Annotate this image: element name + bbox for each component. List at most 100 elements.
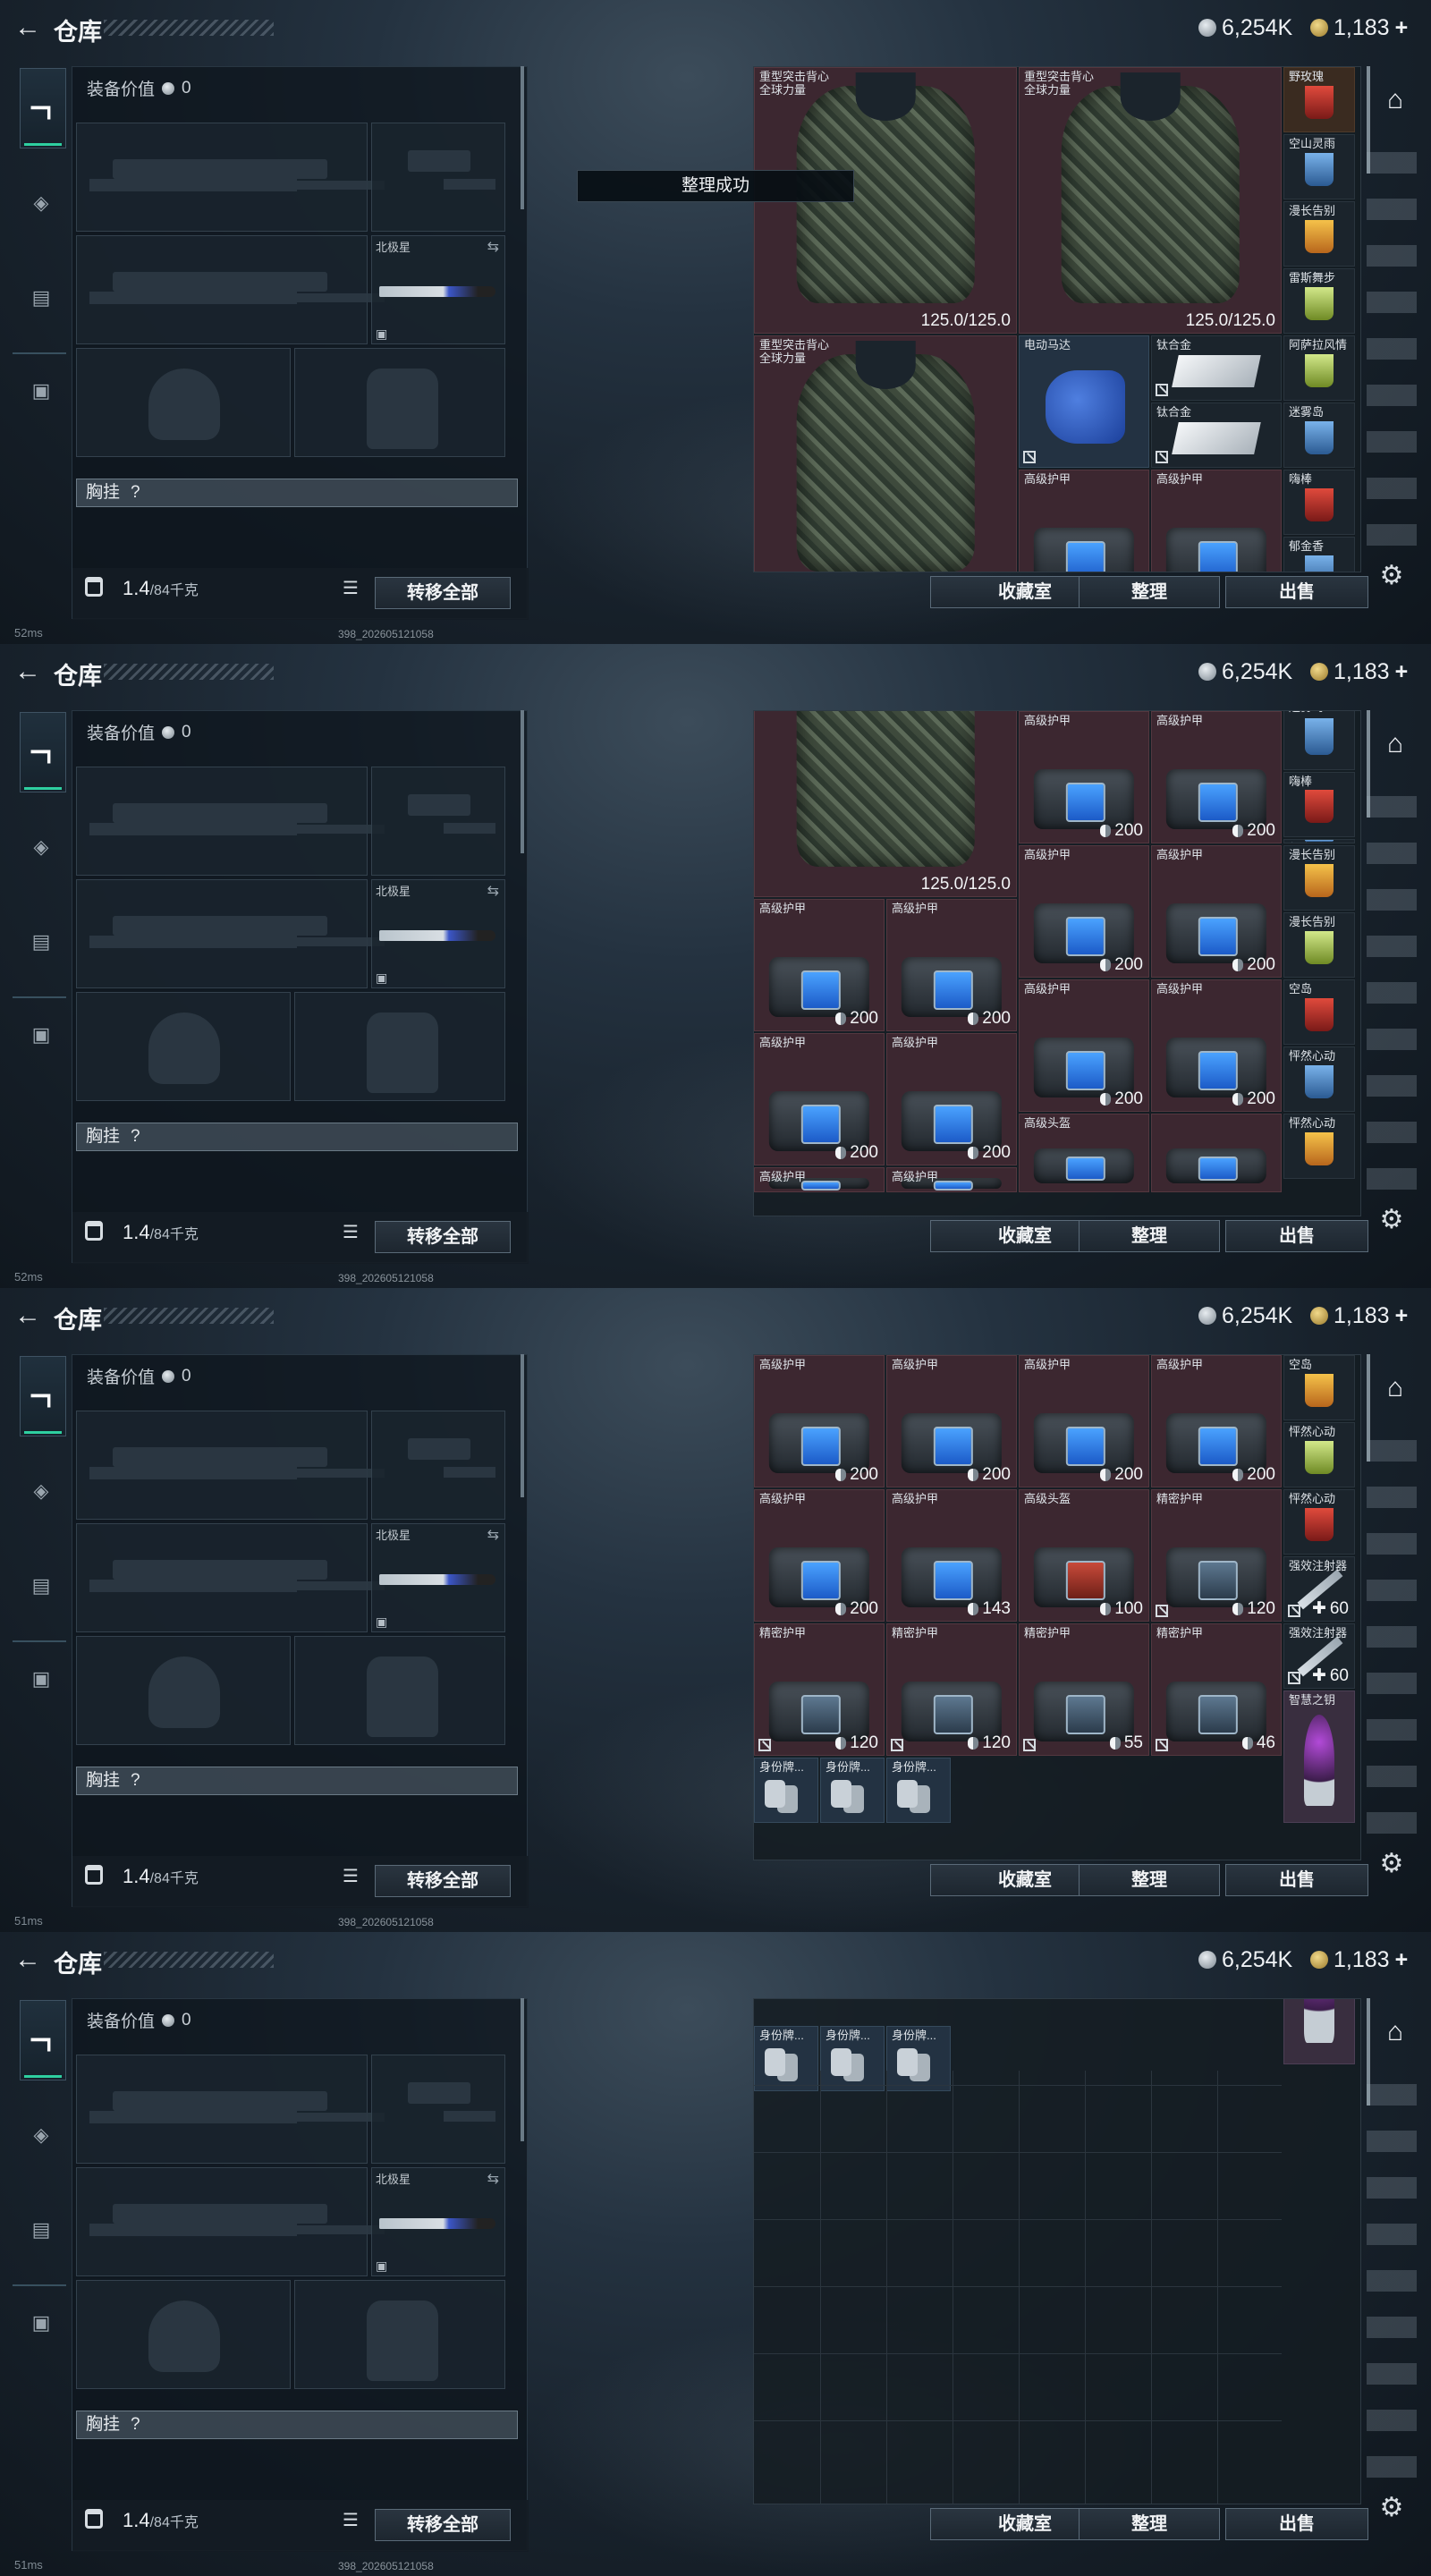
melee-slot[interactable]: 北极星 ⇆ ▣ <box>371 879 505 988</box>
category-shortcuts[interactable] <box>1367 2084 1417 2496</box>
item-syringe[interactable]: 强效注射器 ✚ 60 <box>1283 1623 1355 1689</box>
item-case[interactable]: 高级护甲 <box>886 1167 1017 1192</box>
category-shortcuts[interactable] <box>1367 1440 1417 1852</box>
settings-icon[interactable]: ⚙ <box>1377 2494 1406 2522</box>
swap-icon[interactable]: ⇆ <box>487 2170 499 2188</box>
item-drink[interactable]: 漫长告别 <box>1283 201 1355 267</box>
category-shortcuts[interactable] <box>1367 796 1417 1208</box>
item-case[interactable]: 高级护甲 <box>1019 470 1149 572</box>
item-drink[interactable]: 郁金香 <box>1283 537 1355 572</box>
item-case[interactable]: 高级护甲 200 <box>1019 1355 1149 1487</box>
tab-clipboard[interactable]: ▤ <box>20 2209 63 2250</box>
sell-button[interactable]: 出售 <box>1225 1864 1368 1896</box>
item-drink[interactable]: 空岛 <box>1283 979 1355 1045</box>
pistol-slot[interactable] <box>371 2055 505 2164</box>
warehouse-icon[interactable]: ⌂ <box>1377 82 1413 118</box>
item-case[interactable]: 高级护甲 200 <box>1019 711 1149 843</box>
item-drink[interactable]: 怦然心动 <box>1283 1422 1355 1487</box>
chest-rig-help-icon[interactable]: ? <box>131 1127 140 1146</box>
item-case[interactable]: 高级护甲 200 <box>1151 979 1282 1112</box>
list-icon[interactable]: ☰ <box>339 577 362 600</box>
back-arrow-icon[interactable]: ← <box>14 14 41 41</box>
sort-button[interactable]: 整理 <box>1079 1220 1220 1252</box>
item-vest[interactable]: 重型突击背心 全球力量 <box>754 335 1017 572</box>
item-case[interactable]: 高级护甲 143 <box>886 1489 1017 1622</box>
chest-rig-help-icon[interactable]: ? <box>131 1771 140 1790</box>
gold-currency[interactable]: 1,183 + <box>1310 658 1408 685</box>
item-case[interactable]: 高级护甲 200 <box>754 1489 885 1622</box>
tab-gun[interactable]: ━┓ <box>20 2000 66 2080</box>
item-tag[interactable]: 身份牌... <box>820 2026 885 2091</box>
transfer-all-button[interactable]: 转移全部 <box>375 2509 511 2541</box>
warehouse-icon[interactable]: ⌂ <box>1377 1370 1413 1406</box>
item-drink[interactable]: 迷雾岛 <box>1283 711 1355 770</box>
item-sheet[interactable]: 钛合金 <box>1151 402 1282 468</box>
item-drink[interactable]: 嗨棒 <box>1283 771 1355 837</box>
item-tag[interactable]: 身份牌... <box>886 2026 951 2091</box>
item-case[interactable]: 高级护甲 <box>754 1167 885 1192</box>
sort-button[interactable]: 整理 <box>1079 2508 1220 2540</box>
tab-clipboard[interactable]: ▤ <box>20 1565 63 1606</box>
item-case[interactable]: 精密护甲 46 <box>1151 1623 1282 1756</box>
item-drink[interactable]: 怦然心动 <box>1283 1489 1355 1555</box>
chest-rig-help-icon[interactable]: ? <box>131 483 140 502</box>
gold-add-icon[interactable]: + <box>1395 1303 1409 1329</box>
primary-weapon-slot[interactable] <box>76 1411 368 1520</box>
swap-icon[interactable]: ⇆ <box>487 238 499 256</box>
item-case[interactable]: 高级护甲 200 <box>1151 711 1282 843</box>
armor-slot[interactable] <box>294 1636 505 1745</box>
item-vest[interactable]: 重型突击背心 全球力量 125.0/125.0 <box>1019 67 1282 334</box>
sell-button[interactable]: 出售 <box>1225 576 1368 608</box>
tab-gun[interactable]: ━┓ <box>20 712 66 792</box>
item-drink[interactable]: 野玫瑰 <box>1283 67 1355 132</box>
gold-add-icon[interactable]: + <box>1395 659 1409 685</box>
tab-briefcase[interactable]: ▣ <box>20 2302 63 2343</box>
primary-weapon-slot[interactable] <box>76 767 368 876</box>
melee-slot[interactable]: 北极星 ⇆ ▣ <box>371 1523 505 1632</box>
transfer-all-button[interactable]: 转移全部 <box>375 577 511 609</box>
item-drink[interactable]: 阿萨拉风情 <box>1283 335 1355 401</box>
item-case[interactable]: 精密护甲 55 <box>1019 1623 1149 1756</box>
gold-add-icon[interactable]: + <box>1395 1947 1409 1973</box>
helmet-slot[interactable] <box>76 348 291 457</box>
item-tag[interactable]: 身份牌... <box>754 1758 818 1823</box>
category-shortcuts[interactable] <box>1367 152 1417 564</box>
gold-currency[interactable]: 1,183 + <box>1310 14 1408 41</box>
item-case[interactable]: 高级护甲 200 <box>886 1033 1017 1165</box>
item-drink[interactable]: 迷雾岛 <box>1283 402 1355 468</box>
pistol-slot[interactable] <box>371 123 505 232</box>
chest-rig-row[interactable]: 胸挂? <box>76 1767 518 1795</box>
item-key[interactable]: 智慧之钥 <box>1283 1690 1355 1823</box>
loadout-scrollbar[interactable] <box>521 1998 524 2141</box>
sort-button[interactable]: 整理 <box>1079 576 1220 608</box>
gold-currency[interactable]: 1,183 + <box>1310 1946 1408 1973</box>
melee-slot[interactable]: 北极星 ⇆ ▣ <box>371 2167 505 2276</box>
item-tag[interactable]: 身份牌... <box>754 2026 818 2091</box>
armor-slot[interactable] <box>294 992 505 1101</box>
item-case[interactable]: 高级护甲 200 <box>1019 979 1149 1112</box>
tab-briefcase[interactable]: ▣ <box>20 370 63 411</box>
warehouse-icon[interactable]: ⌂ <box>1377 726 1413 762</box>
loadout-scrollbar[interactable] <box>521 1354 524 1497</box>
tab-gun[interactable]: ━┓ <box>20 68 66 148</box>
item-case[interactable]: 高级护甲 <box>1151 470 1282 572</box>
item-drink[interactable]: 郁金香 <box>1283 838 1355 843</box>
item-vest[interactable]: 125.0/125.0 <box>754 711 1017 897</box>
item-case[interactable]: 高级护甲 200 <box>754 1033 885 1165</box>
tab-helmet[interactable]: ◈ <box>20 826 63 868</box>
item-drink[interactable]: 怦然心动 <box>1283 1114 1355 1179</box>
loadout-scrollbar[interactable] <box>521 710 524 853</box>
sort-button[interactable]: 整理 <box>1079 1864 1220 1896</box>
chest-rig-row[interactable]: 胸挂? <box>76 479 518 507</box>
secondary-weapon-slot[interactable] <box>76 235 368 344</box>
gold-currency[interactable]: 1,183 + <box>1310 1302 1408 1329</box>
back-arrow-icon[interactable]: ← <box>14 1302 41 1329</box>
item-motor[interactable]: 电动马达 <box>1019 335 1149 468</box>
tab-clipboard[interactable]: ▤ <box>20 277 63 318</box>
pistol-slot[interactable] <box>371 1411 505 1520</box>
gold-add-icon[interactable]: + <box>1395 15 1409 41</box>
armor-slot[interactable] <box>294 348 505 457</box>
item-drink[interactable]: 空岛 <box>1283 1355 1355 1420</box>
back-arrow-icon[interactable]: ← <box>14 658 41 685</box>
item-case[interactable]: 高级护甲 200 <box>886 1355 1017 1487</box>
